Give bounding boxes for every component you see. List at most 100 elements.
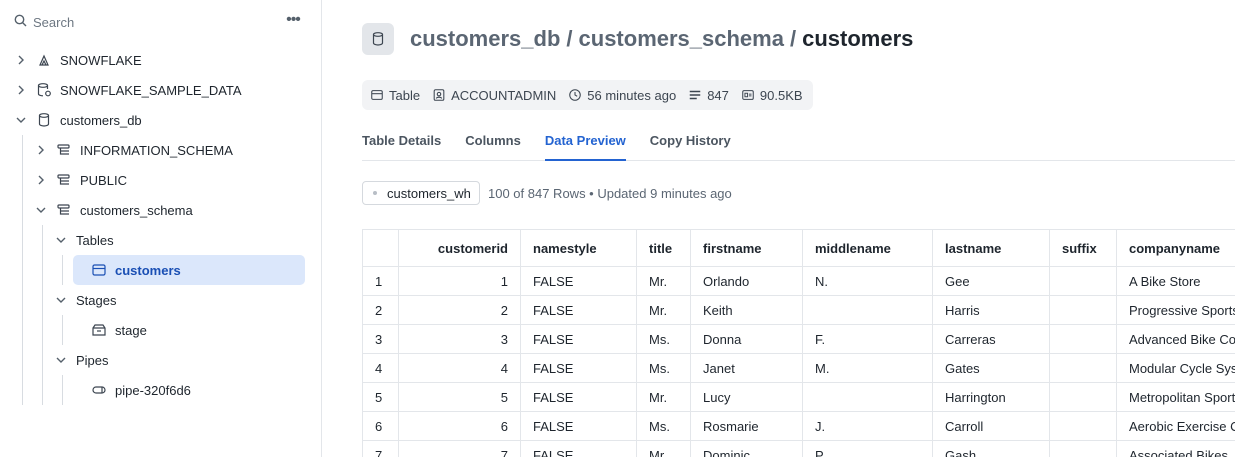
column-header[interactable]: companyname (1116, 229, 1235, 267)
table-cell[interactable] (1049, 353, 1117, 383)
column-header[interactable]: namestyle (520, 229, 637, 267)
column-header[interactable]: title (636, 229, 691, 267)
table-cell[interactable]: F. (802, 324, 933, 354)
tab-table-details[interactable]: Table Details (362, 124, 441, 161)
table-cell[interactable]: Ms. (636, 411, 691, 441)
table-cell[interactable]: 5 (398, 382, 521, 412)
table-cell[interactable]: 1 (362, 266, 399, 296)
table-cell[interactable]: FALSE (520, 266, 637, 296)
table-cell[interactable] (1049, 324, 1117, 354)
table-cell[interactable]: Ms. (636, 353, 691, 383)
table-cell[interactable]: Gee (932, 266, 1050, 296)
table-cell[interactable]: Gates (932, 353, 1050, 383)
table-cell[interactable]: A Bike Store (1116, 266, 1235, 296)
chevron-right-icon[interactable] (35, 174, 47, 186)
chevron-down-icon[interactable] (35, 204, 47, 216)
table-cell[interactable]: FALSE (520, 324, 637, 354)
table-cell[interactable]: Metropolitan Sports Supply (1116, 382, 1235, 412)
column-header[interactable]: suffix (1049, 229, 1117, 267)
warehouse-selector[interactable]: customers_wh (362, 181, 480, 205)
table-cell[interactable]: Mr. (636, 266, 691, 296)
table-cell[interactable]: FALSE (520, 295, 637, 325)
breadcrumb-database[interactable]: customers_db (410, 26, 560, 51)
tree-item-information-schema[interactable]: INFORMATION_SCHEMA (35, 135, 233, 165)
table-row[interactable]: 7 7 FALSE Mr. Dominic P. Gash Associated Bikes (362, 440, 1235, 457)
table-cell[interactable]: 5 (362, 382, 399, 412)
tree-item-customers-db[interactable]: customers_db (15, 105, 142, 135)
table-cell[interactable]: FALSE (520, 440, 637, 457)
table-cell[interactable] (1049, 411, 1117, 441)
table-cell[interactable]: J. (802, 411, 933, 441)
table-cell[interactable]: Mr. (636, 382, 691, 412)
table-cell[interactable]: Dominic (690, 440, 803, 457)
chevron-down-icon[interactable] (55, 234, 67, 246)
table-cell[interactable]: 2 (398, 295, 521, 325)
table-cell[interactable]: FALSE (520, 382, 637, 412)
tree-item-customers-schema[interactable]: customers_schema (35, 195, 193, 225)
chevron-right-icon[interactable] (15, 84, 27, 96)
table-cell[interactable]: Rosmarie (690, 411, 803, 441)
table-cell[interactable]: 4 (362, 353, 399, 383)
table-cell[interactable]: 4 (398, 353, 521, 383)
table-row[interactable]: 2 2 FALSE Mr. Keith Harris Progressive Sports (362, 295, 1235, 325)
tab-copy-history[interactable]: Copy History (650, 124, 731, 161)
table-cell[interactable]: Orlando (690, 266, 803, 296)
chevron-down-icon[interactable] (55, 294, 67, 306)
chevron-right-icon[interactable] (35, 144, 47, 156)
tab-data-preview[interactable]: Data Preview (544, 124, 626, 161)
tree-item-public[interactable]: PUBLIC (35, 165, 127, 195)
table-cell[interactable]: Janet (690, 353, 803, 383)
chevron-down-icon[interactable] (55, 354, 67, 366)
table-cell[interactable]: Harris (932, 295, 1050, 325)
chevron-down-icon[interactable] (15, 114, 27, 126)
table-cell[interactable]: Progressive Sports (1116, 295, 1235, 325)
table-row[interactable]: 3 3 FALSE Ms. Donna F. Carreras Advanced Bike C… (362, 324, 1235, 354)
column-header[interactable]: firstname (690, 229, 803, 267)
table-cell[interactable]: Harrington (932, 382, 1050, 412)
table-cell[interactable]: 3 (398, 324, 521, 354)
column-header[interactable]: lastname (932, 229, 1050, 267)
table-cell[interactable] (1049, 295, 1117, 325)
table-cell[interactable]: Mr. (636, 295, 691, 325)
table-row[interactable]: 5 5 FALSE Mr. Lucy Harrington Metropolitan Spo… (362, 382, 1235, 412)
table-cell[interactable]: Associated Bikes (1116, 440, 1235, 457)
column-header[interactable]: customerid (398, 229, 521, 267)
table-cell[interactable]: M. (802, 353, 933, 383)
table-cell[interactable]: Ms. (636, 324, 691, 354)
table-cell[interactable]: 1 (398, 266, 521, 296)
table-cell[interactable]: FALSE (520, 411, 637, 441)
table-cell[interactable]: Mr. (636, 440, 691, 457)
breadcrumb-schema[interactable]: customers_schema (579, 26, 784, 51)
table-cell[interactable]: N. (802, 266, 933, 296)
table-cell[interactable]: Keith (690, 295, 803, 325)
table-cell[interactable]: Donna (690, 324, 803, 354)
search-bar[interactable]: Search ••• (0, 8, 321, 36)
tree-item-customers-table[interactable]: customers (73, 255, 305, 285)
table-cell[interactable]: Lucy (690, 382, 803, 412)
table-cell[interactable] (802, 295, 933, 325)
tree-group-tables[interactable]: Tables (55, 225, 114, 255)
tree-item-pipe[interactable]: pipe-320f6d6 (91, 375, 191, 405)
column-header[interactable]: middlename (802, 229, 933, 267)
table-cell[interactable]: Carroll (932, 411, 1050, 441)
search-input[interactable]: Search (33, 15, 74, 30)
table-row[interactable]: 6 6 FALSE Ms. Rosmarie J. Carroll Aerobic Exerc… (362, 411, 1235, 441)
table-cell[interactable]: Gash (932, 440, 1050, 457)
table-cell[interactable]: 7 (362, 440, 399, 457)
table-cell[interactable]: Carreras (932, 324, 1050, 354)
tree-item-snowflake-sample-data[interactable]: SNOWFLAKE_SAMPLE_DATA (15, 75, 242, 105)
table-cell[interactable]: Advanced Bike Components (1116, 324, 1235, 354)
table-cell[interactable]: 6 (398, 411, 521, 441)
table-cell[interactable] (1049, 440, 1117, 457)
table-cell[interactable] (1049, 382, 1117, 412)
tree-item-snowflake[interactable]: SNOWFLAKE (15, 45, 142, 75)
tree-item-stage[interactable]: stage (91, 315, 147, 345)
table-row[interactable]: 1 1 FALSE Mr. Orlando N. Gee A Bike Store (362, 266, 1235, 296)
table-cell[interactable]: P. (802, 440, 933, 457)
table-cell[interactable] (1049, 266, 1117, 296)
table-cell[interactable]: Aerobic Exercise Company (1116, 411, 1235, 441)
chevron-right-icon[interactable] (15, 54, 27, 66)
table-cell[interactable]: 3 (362, 324, 399, 354)
table-cell[interactable] (802, 382, 933, 412)
tab-columns[interactable]: Columns (465, 124, 521, 161)
